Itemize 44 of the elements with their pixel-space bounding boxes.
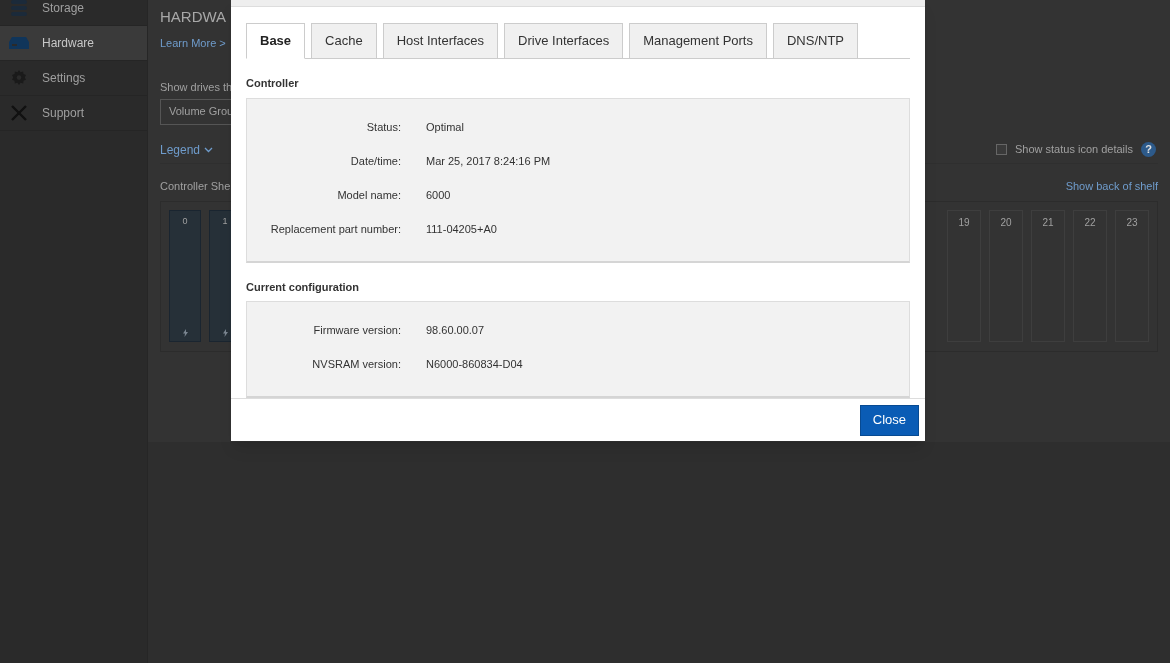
chevron-down-icon — [204, 146, 214, 153]
drive-slot[interactable]: 19 — [947, 210, 981, 342]
tab[interactable]: Cache — [311, 23, 377, 59]
sidebar-item[interactable]: Support — [0, 96, 147, 131]
tab[interactable]: Drive Interfaces — [504, 23, 624, 59]
field-value: N6000-860834-D04 — [426, 357, 523, 372]
shelf-label: Controller She — [160, 178, 231, 194]
drive-slot[interactable]: 22 — [1073, 210, 1107, 342]
tab[interactable]: DNS/NTP — [773, 23, 859, 59]
bolt-icon — [182, 329, 188, 337]
field-value: 6000 — [426, 187, 451, 203]
section-title: Controller — [246, 76, 300, 91]
field-label: Date/time: — [349, 153, 401, 169]
field-value: Mar 25, 2017 8:24:16 PM — [426, 153, 551, 169]
field-label: Model name: — [336, 187, 401, 203]
field-label: Firmware version: — [312, 323, 401, 338]
field-value: 111-04205+A0 — [426, 221, 497, 237]
sidebar-item[interactable]: Hardware — [0, 26, 147, 61]
field-value: 98.60.00.07 — [426, 323, 485, 338]
tab[interactable]: Base — [246, 23, 306, 59]
legend-toggle[interactable]: Legend — [160, 140, 214, 159]
back-of-shelf-link[interactable]: Show back of shelf — [1065, 177, 1158, 194]
field-label: Status: — [365, 119, 401, 135]
drive-slot[interactable]: 20 — [989, 210, 1023, 342]
drive-slot[interactable]: 0 — [169, 210, 201, 342]
learn-more-link[interactable]: Learn More > — [160, 34, 226, 51]
tab[interactable]: Host Interfaces — [382, 23, 499, 59]
help-icon[interactable]: ? — [1141, 142, 1156, 157]
close-button[interactable]: Close — [859, 404, 919, 436]
server-icon — [8, 36, 30, 50]
status-details-label: Show status icon details — [1015, 142, 1133, 158]
drive-slot[interactable]: 23 — [1115, 210, 1149, 342]
bolt-icon — [222, 329, 228, 337]
section-title: Current configuration — [246, 279, 361, 295]
drive-slot[interactable]: 21 — [1031, 210, 1065, 342]
page-title: HARDWA — [160, 7, 227, 27]
tools-icon — [10, 104, 28, 122]
tab[interactable]: Management Ports — [629, 23, 767, 59]
field-value: Optimal — [426, 119, 464, 135]
field-label: NVSRAM version: — [311, 357, 401, 372]
status-details-checkbox[interactable] — [996, 144, 1007, 155]
sidebar-item[interactable]: Settings — [0, 61, 147, 96]
filter-label: Show drives th — [160, 80, 233, 95]
field-label: Replacement part number: — [269, 221, 401, 237]
